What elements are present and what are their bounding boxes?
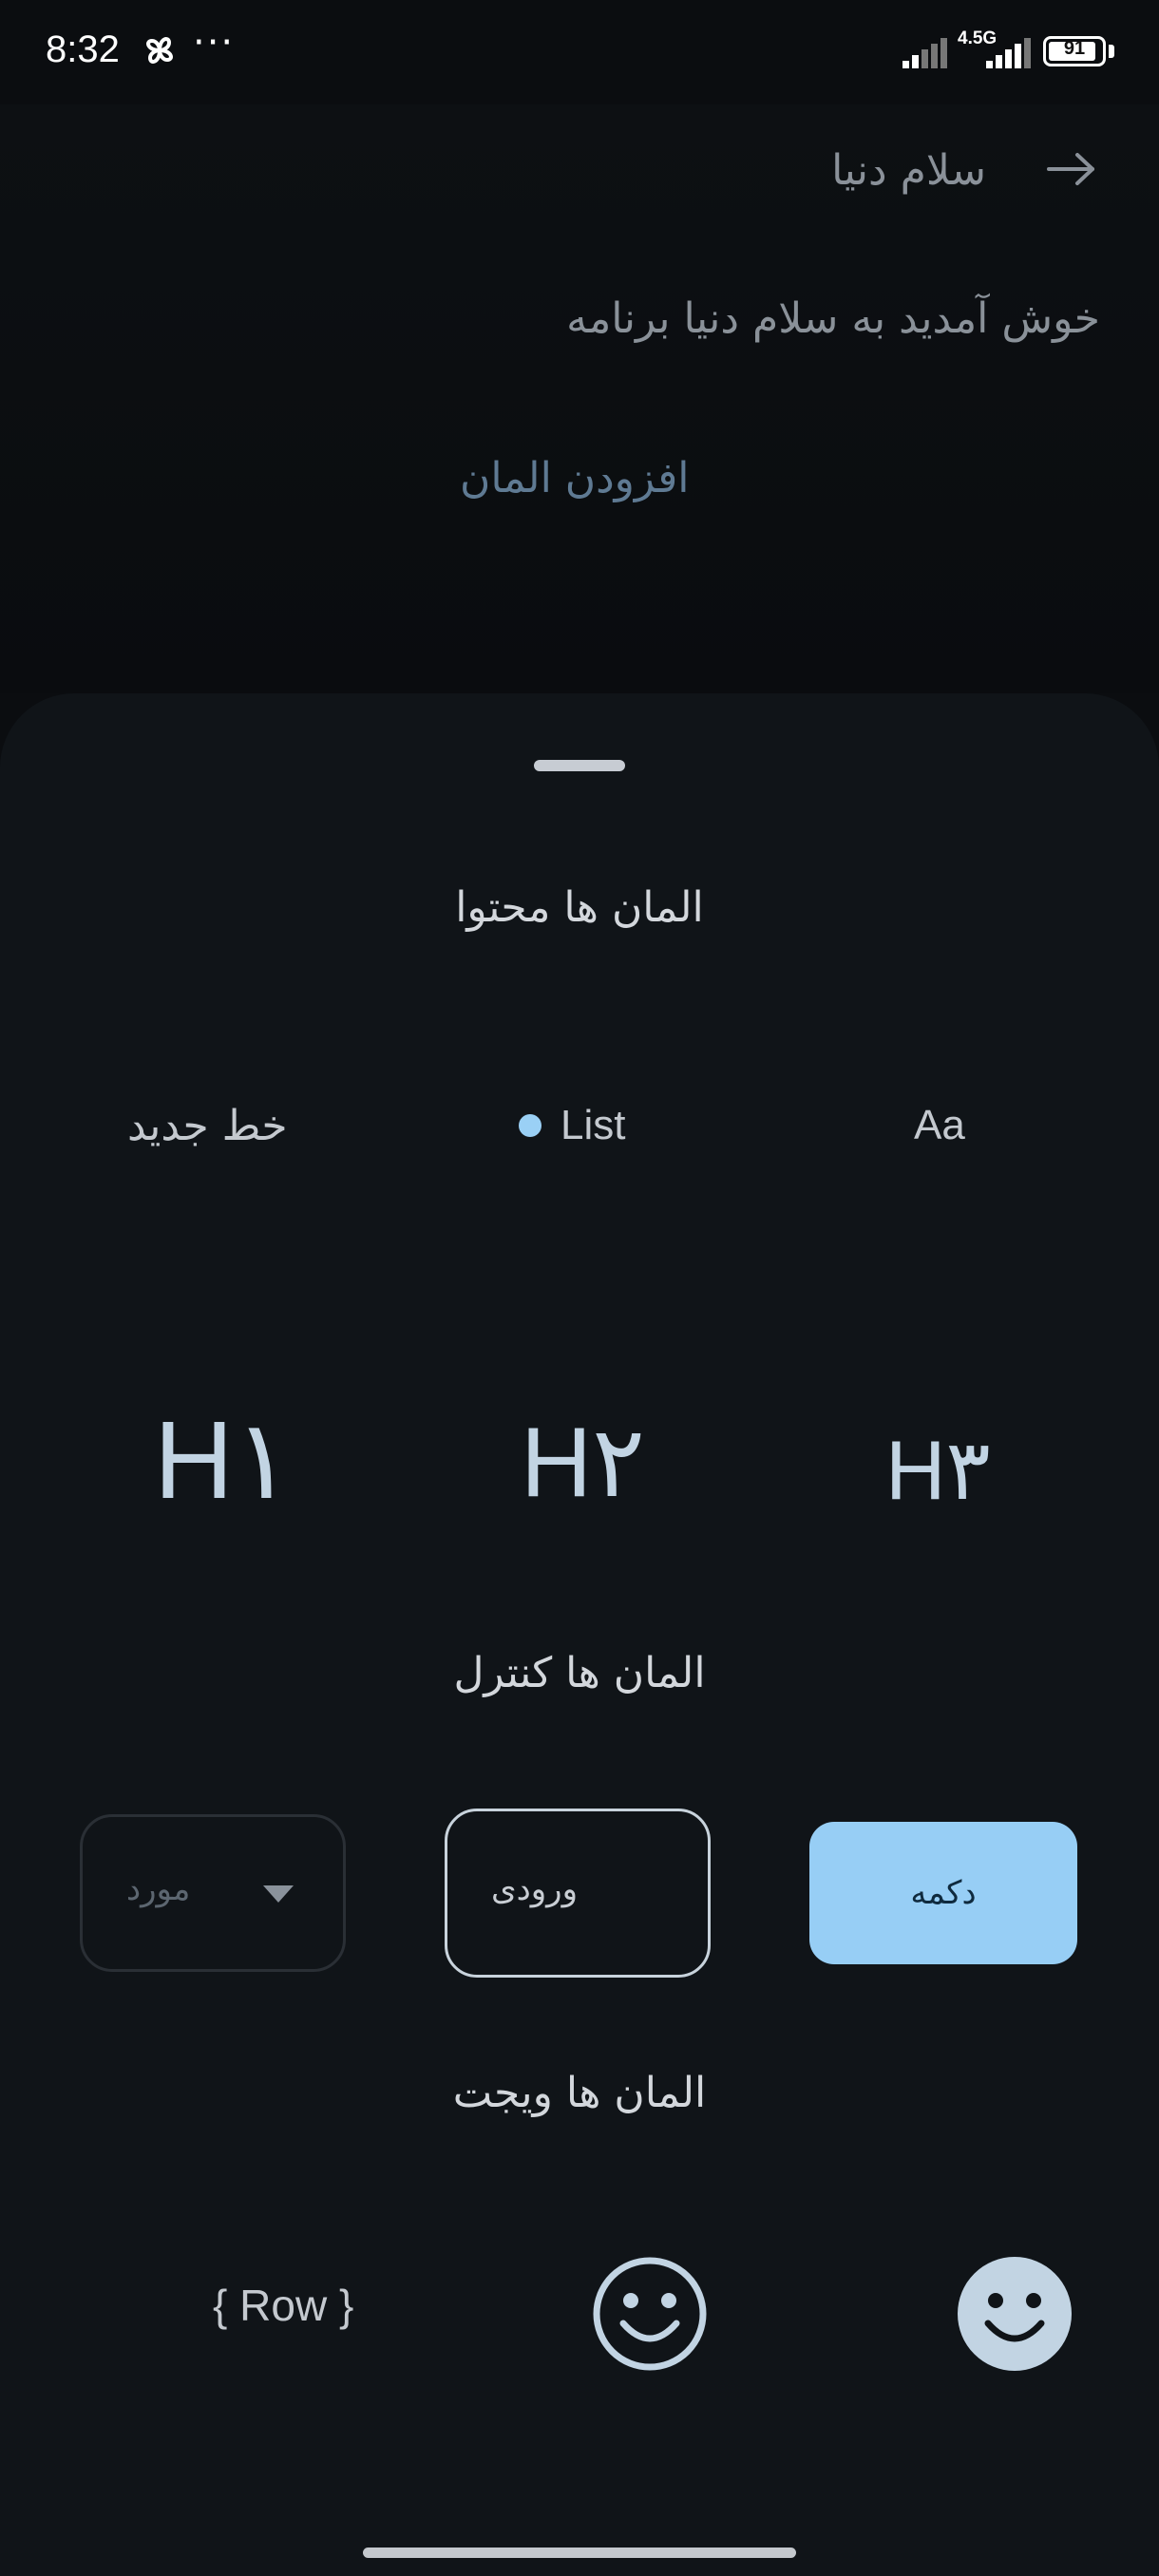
battery-level: 91 bbox=[1063, 38, 1086, 59]
control-elements-title: المان ها کنترل bbox=[453, 1649, 706, 1697]
content-elements-title: المان ها محتوا bbox=[455, 883, 704, 932]
status-time: 8:32 bbox=[46, 28, 120, 70]
signal-icon bbox=[902, 38, 947, 68]
notification-more-icon: ··· bbox=[193, 21, 236, 65]
list-item-option[interactable]: List bbox=[519, 1102, 625, 1149]
dropdown-select[interactable]: مورد bbox=[80, 1814, 346, 1972]
status-bar: 8:32 ··· 4.5G 91 bbox=[0, 0, 1159, 104]
widget-elements-title: المان ها ویجت bbox=[452, 2069, 707, 2117]
text-input[interactable]: ورودی bbox=[445, 1809, 711, 1978]
smiley-filled-icon[interactable] bbox=[956, 2255, 1074, 2373]
select-placeholder: مورد bbox=[126, 1870, 191, 1908]
pinwheel-icon bbox=[146, 37, 173, 64]
heading-2-item[interactable]: H۲ bbox=[521, 1404, 645, 1520]
bottom-sheet: المان ها محتوا خط جدید List Aa H۱ H۲ H۳ … bbox=[0, 693, 1159, 2576]
home-indicator[interactable] bbox=[363, 2548, 796, 2558]
list-label: List bbox=[560, 1102, 626, 1148]
text-style-item[interactable]: Aa bbox=[914, 1102, 965, 1149]
signal-icon bbox=[986, 38, 1031, 68]
heading-1-item[interactable]: H۱ bbox=[154, 1396, 293, 1525]
screen: 8:32 ··· 4.5G 91 سلام دنیا خوش آمدید به … bbox=[0, 0, 1159, 2576]
heading-3-item[interactable]: H۳ bbox=[885, 1421, 991, 1519]
battery-icon: 91 bbox=[1043, 36, 1106, 66]
welcome-text: خوش آمدید به سلام دنیا برنامه bbox=[566, 294, 1100, 343]
new-line-item[interactable]: خط جدید bbox=[127, 1102, 288, 1150]
add-element-button[interactable]: افزودن المان bbox=[460, 454, 689, 502]
arrow-right-icon[interactable] bbox=[1045, 150, 1098, 188]
bullet-icon bbox=[519, 1114, 542, 1137]
button-item[interactable]: دکمه bbox=[809, 1822, 1077, 1964]
caret-down-icon bbox=[263, 1885, 294, 1903]
row-widget-item[interactable]: { Row } bbox=[213, 2280, 353, 2331]
page-title: سلام دنیا bbox=[831, 146, 986, 195]
drag-handle[interactable] bbox=[534, 760, 625, 771]
app-content: سلام دنیا خوش آمدید به سلام دنیا برنامه … bbox=[0, 104, 1159, 693]
battery-tip bbox=[1109, 45, 1114, 58]
input-label: ورودی bbox=[491, 1870, 579, 1908]
smiley-outline-icon[interactable] bbox=[591, 2255, 709, 2373]
